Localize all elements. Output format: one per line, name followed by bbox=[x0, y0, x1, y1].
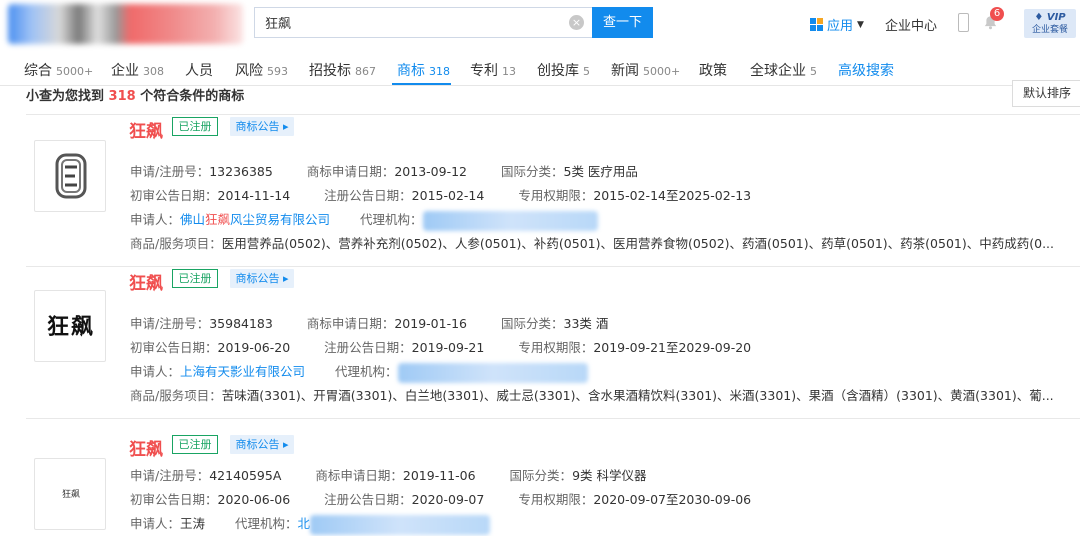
apps-label: 应用 bbox=[827, 19, 854, 34]
vip-button[interactable]: ♦ VIP 企业套餐 bbox=[1024, 9, 1076, 38]
enterprise-center-link[interactable]: 企业中心 bbox=[885, 15, 937, 34]
vip-plan-label: 企业套餐 bbox=[1031, 25, 1068, 35]
vip-label: ♦ VIP bbox=[1034, 12, 1066, 23]
agent-redacted bbox=[397, 362, 588, 383]
site-logo[interactable] bbox=[8, 4, 243, 44]
apps-grid-icon bbox=[810, 18, 823, 31]
info-row-1: 申请/注册号：13236385 商标申请日期：2013-09-12 国际分类：5… bbox=[130, 164, 638, 179]
search-box: × bbox=[254, 7, 592, 38]
info-row-2: 初审公告日期：2019-06-20 注册公告日期：2019-09-21 专用权期… bbox=[130, 340, 752, 355]
info-row-2: 初审公告日期：2014-11-14 注册公告日期：2015-02-14 专用权期… bbox=[130, 188, 752, 203]
tab-trademark[interactable]: 商标 318 bbox=[397, 60, 450, 80]
tab-venture[interactable]: 创投库 5 bbox=[537, 60, 590, 80]
clear-icon[interactable]: × bbox=[569, 15, 584, 30]
active-tab-indicator bbox=[392, 83, 451, 85]
sort-dropdown[interactable]: 默认排序 bbox=[1012, 80, 1080, 107]
tab-bidding[interactable]: 招投标 867 bbox=[309, 60, 376, 80]
trademark-name[interactable]: 狂飙 bbox=[129, 117, 163, 142]
agent-link[interactable]: 北 bbox=[298, 516, 311, 531]
category-tabs: 综合 5000+ 企业 308 人员 风险 593 招投标 867 商标 318 专利 13… bbox=[0, 52, 1080, 86]
announcement-tag[interactable]: 商标公告 ▸ bbox=[230, 269, 294, 288]
tab-all[interactable]: 综合 5000+ bbox=[24, 60, 93, 80]
trademark-image[interactable] bbox=[34, 140, 106, 212]
tab-policy[interactable]: 政策 bbox=[699, 60, 727, 80]
trademark-logo-text: 狂飙 bbox=[46, 314, 95, 340]
info-row-1: 申请/注册号：35984183 商标申请日期：2019-01-16 国际分类：3… bbox=[130, 316, 609, 331]
chevron-down-icon: ▼ bbox=[857, 19, 864, 30]
trademark-image[interactable]: 狂飙 bbox=[34, 458, 106, 530]
mobile-phone-icon[interactable] bbox=[958, 13, 969, 32]
announcement-tag[interactable]: 商标公告 ▸ bbox=[230, 117, 294, 136]
applicant-link[interactable]: 上海有天影业有限公司 bbox=[180, 364, 305, 379]
result-summary: 小查为您找到 318 个符合条件的商标 bbox=[26, 89, 245, 104]
trademark-logo-text: 狂飙 bbox=[61, 490, 80, 500]
tab-advanced-search[interactable]: 高级搜索 bbox=[838, 60, 894, 80]
trademark-name[interactable]: 狂飙 bbox=[129, 435, 163, 460]
agent-redacted bbox=[310, 514, 491, 535]
info-row-3: 申请人：王涛 代理机构：北 bbox=[130, 513, 491, 535]
tab-people[interactable]: 人员 bbox=[185, 60, 213, 80]
status-badge: 已注册 bbox=[172, 435, 218, 454]
notification-badge: 6 bbox=[990, 7, 1004, 21]
apps-menu[interactable]: 应用 ▼ bbox=[810, 15, 864, 34]
info-row-4: 商品/服务项目：医用营养品(0502)、营养补充剂(0502)、人参(0501)… bbox=[130, 236, 1054, 251]
info-row-2: 初审公告日期：2020-06-06 注册公告日期：2020-09-07 专用权期… bbox=[130, 492, 752, 507]
agent-redacted bbox=[422, 210, 598, 231]
announcement-tag[interactable]: 商标公告 ▸ bbox=[230, 435, 294, 454]
tab-risk[interactable]: 风险 593 bbox=[235, 60, 288, 80]
applicant-link[interactable]: 佛山狂飙风尘贸易有限公司 bbox=[180, 212, 330, 227]
tab-companies[interactable]: 企业 308 bbox=[111, 60, 164, 80]
result-item: 狂飙 已注册 商标公告 ▸ 申请/注册号：13236385 商标申请日期：201… bbox=[26, 114, 1080, 266]
trademark-logo-icon bbox=[55, 153, 87, 199]
tab-patent[interactable]: 专利 13 bbox=[470, 60, 516, 80]
info-row-1: 申请/注册号：42140595A 商标申请日期：2019-11-06 国际分类：… bbox=[130, 468, 647, 483]
status-badge: 已注册 bbox=[172, 269, 218, 288]
info-row-3: 申请人：上海有天影业有限公司 代理机构： bbox=[130, 361, 588, 383]
trademark-name[interactable]: 狂飙 bbox=[129, 269, 163, 294]
search-input[interactable] bbox=[265, 8, 565, 37]
top-header: × 查一下 应用 ▼ 企业中心 6 ♦ VIP 企业套餐 bbox=[0, 0, 1080, 48]
tab-global[interactable]: 全球企业 5 bbox=[750, 60, 817, 80]
status-badge: 已注册 bbox=[172, 117, 218, 136]
info-row-4: 商品/服务项目：苦味酒(3301)、开胃酒(3301)、白兰地(3301)、威士… bbox=[130, 388, 1054, 403]
trademark-image[interactable]: 狂飙 bbox=[34, 290, 106, 362]
result-item: 狂飙 狂飙 已注册 商标公告 ▸ 申请/注册号：35984183 商标申请日期：… bbox=[26, 266, 1080, 418]
info-row-3: 申请人：佛山狂飙风尘贸易有限公司 代理机构： bbox=[130, 209, 598, 231]
result-item: 狂飙 狂飙 已注册 商标公告 ▸ 申请/注册号：42140595A 商标申请日期… bbox=[26, 418, 1080, 536]
search-button[interactable]: 查一下 bbox=[592, 7, 653, 38]
tab-news[interactable]: 新闻 5000+ bbox=[611, 60, 680, 80]
